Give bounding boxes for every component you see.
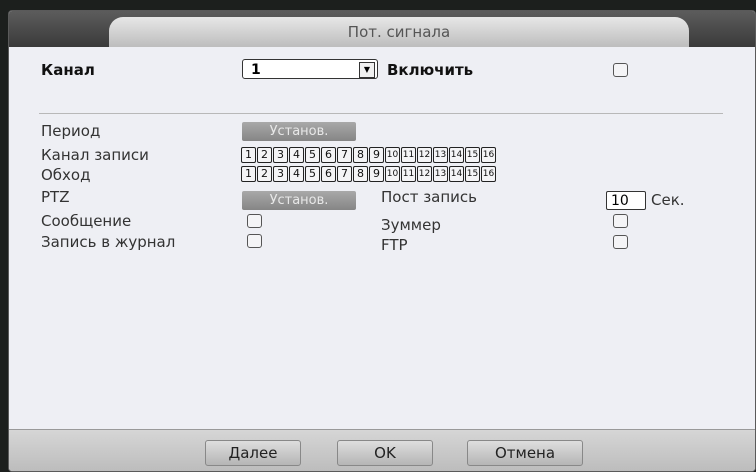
channel-number-box[interactable]: 3	[273, 166, 288, 182]
channel-number-box[interactable]: 14	[449, 166, 464, 182]
ftp-label: FTP	[381, 236, 408, 254]
log-label: Запись в журнал	[41, 233, 176, 251]
channel-number-box[interactable]: 15	[465, 147, 480, 163]
channel-number-box[interactable]: 4	[289, 166, 304, 182]
ptz-label: PTZ	[41, 188, 70, 206]
channel-number-box[interactable]: 4	[289, 147, 304, 163]
buzzer-label: Зуммер	[381, 216, 441, 234]
title-bar: Пот. сигнала	[9, 11, 755, 47]
ftp-checkbox[interactable]	[613, 235, 628, 249]
period-label: Период	[41, 122, 101, 140]
channel-number-box[interactable]: 7	[337, 147, 352, 163]
channel-number-box[interactable]: 9	[369, 147, 384, 163]
channel-number-box[interactable]: 12	[417, 147, 432, 163]
post-record-input[interactable]: 10	[606, 191, 646, 210]
channel-number-box[interactable]: 16	[481, 166, 496, 182]
cancel-button[interactable]: Отмена	[467, 440, 583, 466]
channel-label: Канал	[41, 61, 95, 79]
channel-number-box[interactable]: 2	[257, 147, 272, 163]
channel-number-box[interactable]: 11	[401, 147, 416, 163]
tour-label: Обход	[41, 166, 91, 184]
channel-number-box[interactable]: 8	[353, 147, 368, 163]
channel-number-box[interactable]: 13	[433, 166, 448, 182]
ok-button[interactable]: OK	[337, 440, 433, 466]
alarm-dialog: Пот. сигнала Канал 1 ▼ Включить Период У…	[8, 10, 756, 472]
next-button[interactable]: Далее	[205, 440, 301, 466]
channel-number-box[interactable]: 5	[305, 147, 320, 163]
channel-number-box[interactable]: 9	[369, 166, 384, 182]
channel-number-box[interactable]: 15	[465, 166, 480, 182]
tour-boxes: 1 2 3 4 5 6 7 8 9 10 11 12 13 14 15 16	[241, 166, 497, 182]
channel-number-box[interactable]: 14	[449, 147, 464, 163]
message-label: Сообщение	[41, 212, 132, 230]
divider	[39, 113, 723, 114]
channel-number-box[interactable]: 8	[353, 166, 368, 182]
buzzer-checkbox[interactable]	[613, 214, 628, 228]
channel-number-box[interactable]: 16	[481, 147, 496, 163]
channel-number-box[interactable]: 11	[401, 166, 416, 182]
record-channel-label: Канал записи	[41, 146, 149, 164]
log-checkbox[interactable]	[247, 234, 262, 248]
channel-number-box[interactable]: 6	[321, 166, 336, 182]
channel-number-box[interactable]: 6	[321, 147, 336, 163]
chevron-down-icon[interactable]: ▼	[359, 62, 375, 78]
channel-select[interactable]: 1 ▼	[242, 59, 378, 79]
channel-number-box[interactable]: 7	[337, 166, 352, 182]
channel-number-box[interactable]: 10	[385, 166, 400, 182]
button-bar: Далее OK Отмена	[9, 429, 755, 471]
channel-number-box[interactable]: 1	[241, 166, 256, 182]
channel-number-box[interactable]: 1	[241, 147, 256, 163]
post-record-label: Пост запись	[381, 188, 478, 206]
channel-select-value: 1	[251, 62, 261, 78]
enable-checkbox[interactable]	[613, 63, 628, 77]
channel-number-box[interactable]: 12	[417, 166, 432, 182]
channel-number-box[interactable]: 2	[257, 166, 272, 182]
channel-number-box[interactable]: 10	[385, 147, 400, 163]
post-record-unit: Сек.	[651, 191, 685, 209]
ptz-set-button[interactable]: Установ.	[242, 191, 356, 210]
message-checkbox[interactable]	[247, 214, 262, 228]
enable-label: Включить	[387, 61, 474, 79]
dialog-title: Пот. сигнала	[109, 17, 689, 47]
channel-number-box[interactable]: 13	[433, 147, 448, 163]
channel-number-box[interactable]: 5	[305, 166, 320, 182]
period-set-button[interactable]: Установ.	[242, 122, 356, 141]
channel-number-box[interactable]: 3	[273, 147, 288, 163]
record-channel-boxes: 1 2 3 4 5 6 7 8 9 10 11 12 13 14 15 16	[241, 147, 497, 163]
